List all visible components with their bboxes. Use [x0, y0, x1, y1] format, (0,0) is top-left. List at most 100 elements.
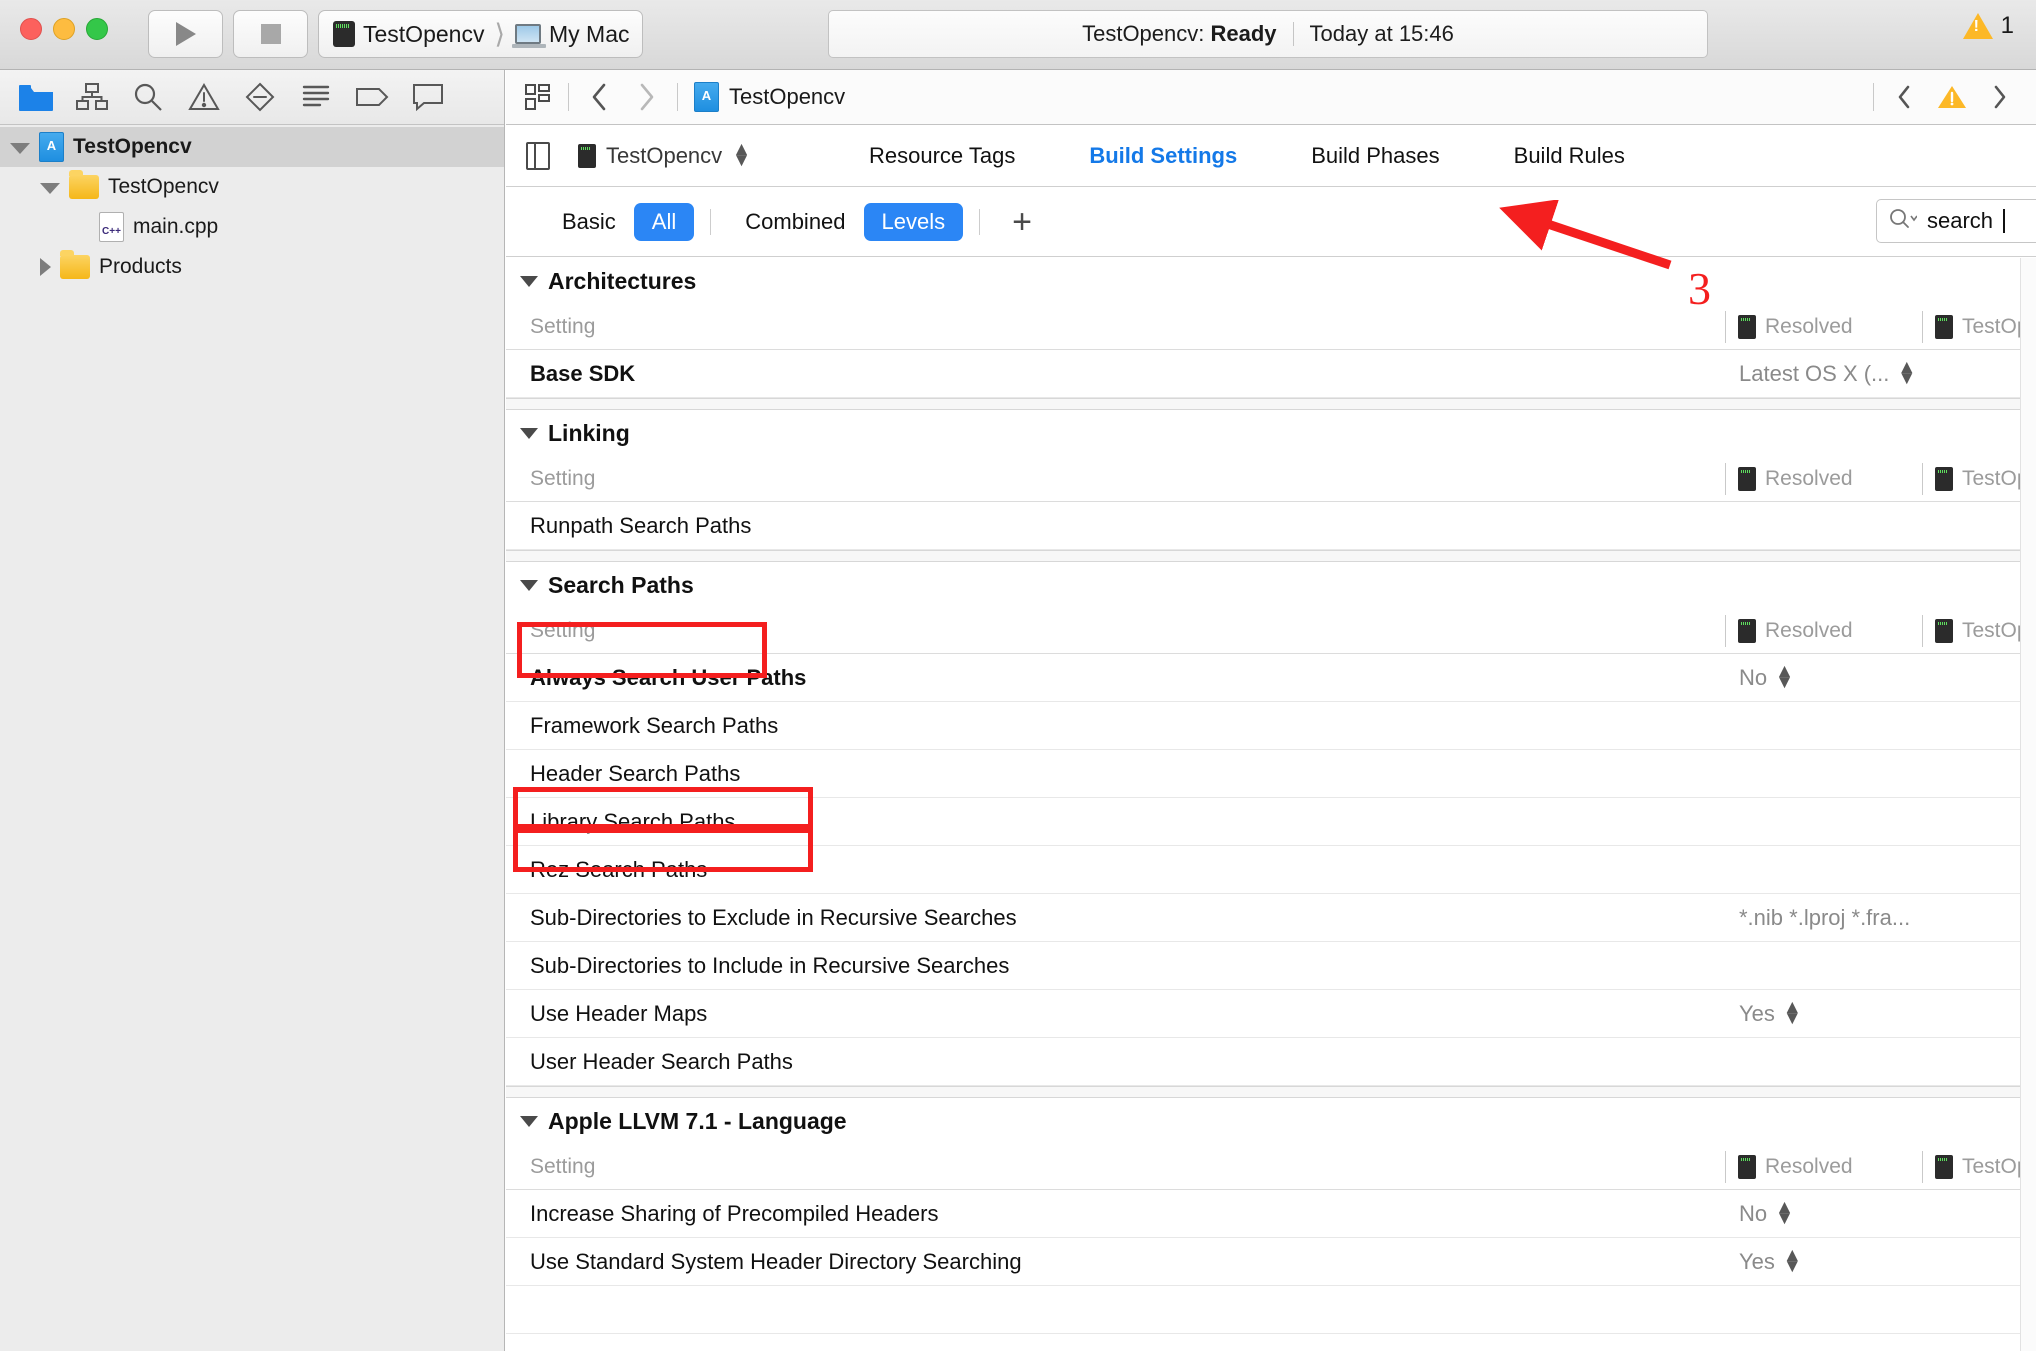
setting-row[interactable]: User Header Search Paths: [506, 1038, 2036, 1086]
status-prefix: TestOpencv:: [1082, 21, 1205, 46]
scheme-target-label: TestOpencv: [363, 20, 485, 47]
close-button[interactable]: [20, 18, 42, 40]
setting-row[interactable]: Rez Search Paths: [506, 846, 2036, 894]
settings-column-header: SettingResolvedTestOpencvTestOpencvOS X …: [506, 304, 2036, 350]
setting-row[interactable]: Framework Search Paths: [506, 702, 2036, 750]
column-header-setting: Setting: [530, 314, 596, 338]
navigator-row-testopencv[interactable]: TestOpencv: [0, 167, 504, 207]
navigator-row-testopencv[interactable]: TestOpencv: [0, 127, 504, 167]
navigator-row-products[interactable]: Products: [0, 247, 504, 287]
disclosure-triangle-icon[interactable]: [40, 258, 51, 276]
chevron-updown-icon[interactable]: ▲ ▼: [1775, 1198, 1794, 1228]
column-header-target[interactable]: TestOpencv: [1922, 614, 2036, 647]
column-header-resolved[interactable]: Resolved: [1725, 1150, 1853, 1183]
editor-area: TestOpencv TestOpencv ▲▼: [506, 70, 2036, 1351]
breakpoint-icon[interactable]: [344, 76, 400, 118]
debug-icon[interactable]: [288, 76, 344, 118]
setting-row[interactable]: Header Search Paths: [506, 750, 2036, 798]
setting-row[interactable]: Use Standard System Header Directory Sea…: [506, 1238, 2036, 1286]
folder-icon[interactable]: [8, 76, 64, 118]
setting-row[interactable]: Sub-Directories to Exclude in Recursive …: [506, 894, 2036, 942]
filter-button-combined[interactable]: Combined: [727, 203, 863, 241]
setting-row[interactable]: Runpath Search Paths: [506, 502, 2036, 550]
related-items-icon[interactable]: [514, 77, 562, 117]
jump-bar-title[interactable]: TestOpencv: [729, 84, 845, 110]
tab-build-settings[interactable]: Build Settings: [1089, 143, 1237, 169]
section-header-apple-llvm-7-1-language[interactable]: Apple LLVM 7.1 - Language: [506, 1098, 2036, 1144]
setting-row[interactable]: Use Header Maps Yes ▲▼Yes ▲▼: [506, 990, 2036, 1038]
stop-button[interactable]: [233, 10, 308, 58]
chevron-right-icon[interactable]: [623, 77, 671, 117]
column-header-target[interactable]: TestOpencv: [1922, 462, 2036, 495]
column-header-target[interactable]: TestOpencv: [1922, 310, 2036, 343]
setting-row[interactable]: Library Search Paths: [506, 798, 2036, 846]
search-icon[interactable]: [120, 76, 176, 118]
filter-button-basic[interactable]: Basic: [544, 203, 634, 241]
filter-button-all[interactable]: All: [633, 202, 695, 241]
filter-button-group: Basic All Combined Levels: [544, 202, 964, 241]
report-icon[interactable]: [400, 76, 456, 118]
settings-column-header: SettingResolvedTestOpencvTestOpencvOS X …: [506, 608, 2036, 654]
setting-row[interactable]: Always Search User PathsNo▲▼No▲▼Yes▲▼: [506, 654, 2036, 702]
disclosure-triangle-icon[interactable]: [520, 1115, 538, 1127]
build-settings-table[interactable]: Architectures Setting Resolved TestOpencv Te…: [506, 258, 2036, 1351]
search-field[interactable]: search ✕: [1876, 199, 2036, 243]
section-header-linking[interactable]: Linking: [506, 410, 2036, 456]
setting-row[interactable]: Sub-Directories to Include in Recursive …: [506, 942, 2036, 990]
column-header-resolved[interactable]: Resolved: [1725, 310, 1853, 343]
warning-icon: [1962, 13, 1993, 39]
target-selector[interactable]: TestOpencv ▲ ▼: [578, 140, 751, 170]
empty-row: [506, 1286, 2036, 1334]
filter-button-levels[interactable]: Levels: [863, 202, 964, 241]
disclosure-triangle-icon[interactable]: [10, 142, 30, 154]
chevron-updown-icon[interactable]: ▲ ▼: [1783, 998, 1802, 1028]
device-icon: [1738, 466, 1756, 491]
column-header-setting: Setting: [530, 618, 596, 642]
jump-bar-right-controls: [1867, 77, 2036, 117]
disclosure-triangle-icon[interactable]: [520, 275, 538, 287]
issue-icon[interactable]: [176, 76, 232, 118]
setting-row[interactable]: Increase Sharing of Precompiled Headers N…: [506, 1190, 2036, 1238]
tab-build-phases[interactable]: Build Phases: [1311, 143, 1439, 169]
xcode-project-icon: [694, 82, 719, 112]
scheme-selector[interactable]: TestOpencv ⟩ My Mac: [318, 10, 643, 58]
navigator-item-label: TestOpencv: [108, 175, 219, 198]
panel-toggle-button[interactable]: [518, 141, 558, 170]
chevron-right-icon[interactable]: [1976, 77, 2024, 117]
column-header-target[interactable]: TestOpencv: [1922, 1150, 2036, 1183]
disclosure-triangle-icon[interactable]: [40, 182, 60, 194]
play-icon: [175, 22, 196, 46]
tab-resource-tags[interactable]: Resource Tags: [869, 143, 1015, 169]
title-bar: TestOpencv ⟩ My Mac TestOpencv: Ready To…: [0, 0, 2036, 70]
setting-value-resolved: No ▲ ▼: [1739, 1198, 1794, 1228]
chevron-left-icon[interactable]: [575, 77, 623, 117]
chevron-updown-icon[interactable]: ▲ ▼: [1783, 1246, 1802, 1276]
chevron-updown-icon[interactable]: ▲ ▼: [1775, 662, 1794, 692]
zoom-button[interactable]: [86, 18, 108, 40]
navigator-row-main-cpp[interactable]: main.cpp: [0, 207, 504, 247]
search-input-value[interactable]: search: [1927, 208, 1993, 234]
column-header-resolved[interactable]: Resolved: [1725, 462, 1853, 495]
warning-badge[interactable]: 1: [1962, 12, 2014, 40]
section-header-search-paths[interactable]: Search Paths: [506, 562, 2036, 608]
minimize-button[interactable]: [53, 18, 75, 40]
setting-row[interactable]: Base SDK Latest OS X (... ▲▼Latest OS X (.…: [506, 350, 2036, 398]
jump-bar-divider: [568, 83, 569, 111]
tab-build-rules[interactable]: Build Rules: [1514, 143, 1625, 169]
source-control-icon[interactable]: [64, 76, 120, 118]
chevron-left-icon[interactable]: [1880, 77, 1928, 117]
column-header-resolved[interactable]: Resolved: [1725, 614, 1853, 647]
add-setting-button[interactable]: +: [1012, 205, 1032, 239]
vertical-scrollbar[interactable]: [2020, 258, 2036, 1351]
run-button[interactable]: [148, 10, 223, 58]
setting-value-text: Yes: [1739, 1248, 1775, 1274]
warning-icon[interactable]: [1928, 77, 1976, 117]
status-divider: [1292, 22, 1294, 46]
status-text: TestOpencv: Ready: [1082, 21, 1276, 47]
navigator-item-label: Products: [99, 255, 182, 278]
chevron-updown-icon[interactable]: ▲ ▼: [1897, 358, 1916, 388]
disclosure-triangle-icon[interactable]: [520, 427, 538, 439]
test-icon[interactable]: [232, 76, 288, 118]
section-header-architectures[interactable]: Architectures: [506, 258, 2036, 304]
disclosure-triangle-icon[interactable]: [520, 579, 538, 591]
